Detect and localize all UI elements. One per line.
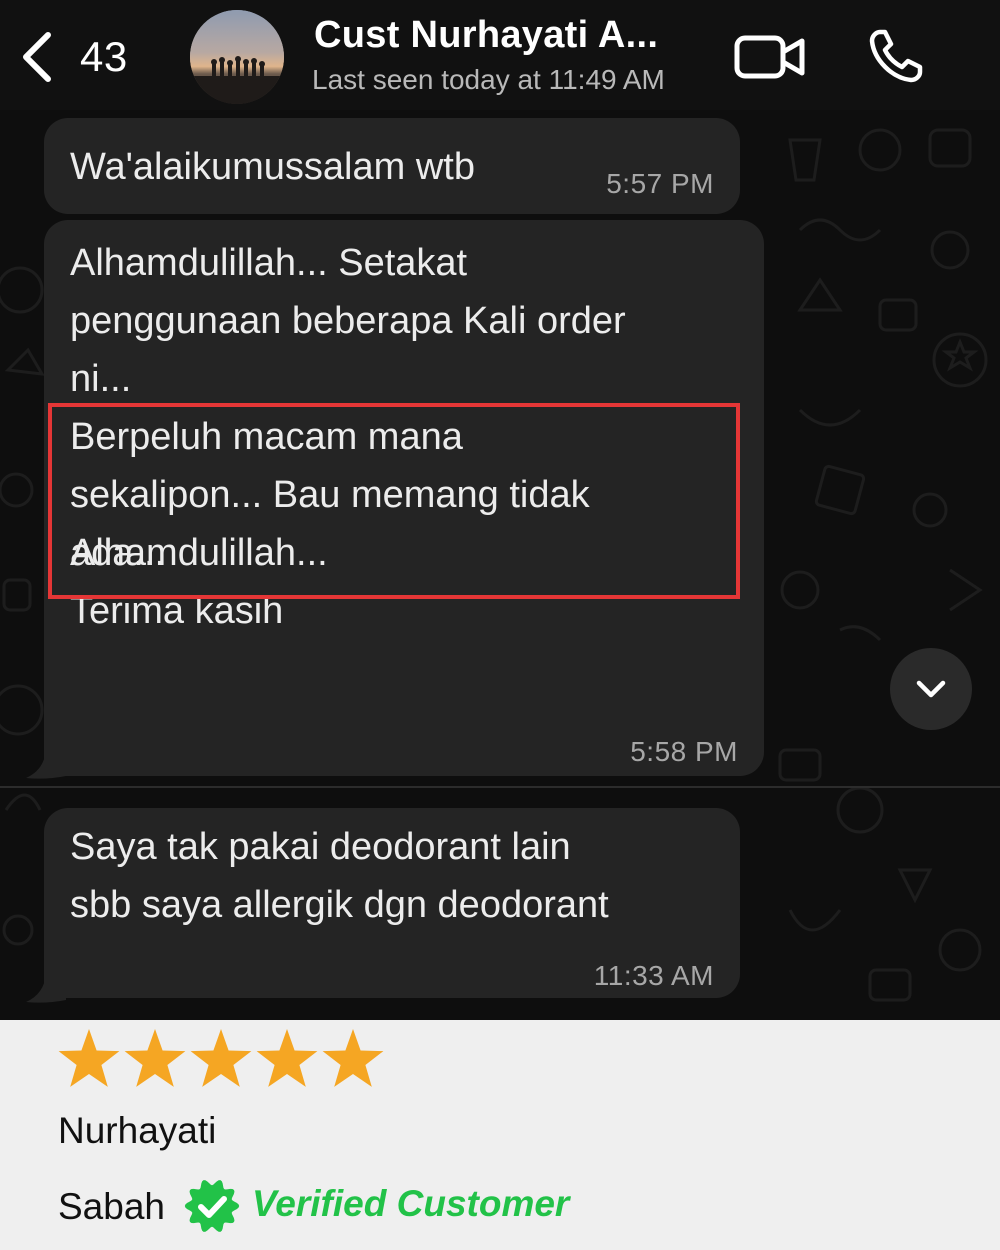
contact-name[interactable]: Cust Nurhayati A... [314,14,658,57]
star-icon [322,1029,384,1087]
phone-icon [869,29,923,83]
verified-customer-label: Verified Customer [252,1183,570,1224]
whatsapp-review-screenshot: 43 Cust Nurhayati A... Last seen today a… [0,0,1000,1250]
star-icon [256,1029,318,1087]
message-text: Wa'alaikumussalam wtb [70,146,475,188]
message-text: Alhamdulillah... Terima kasih [70,532,328,632]
chevron-down-icon [916,680,946,698]
video-call-button[interactable] [734,34,806,80]
message-bubble[interactable]: Wa'alaikumussalam wtb 5:57 PM [44,118,740,214]
video-camera-icon [734,35,805,79]
message-time: 5:58 PM [630,736,738,767]
reviewer-name: Nurhayati [58,1110,217,1151]
bubble-tail [26,750,66,779]
avatar[interactable] [190,10,284,104]
unread-count: 43 [80,33,128,80]
scroll-to-bottom-button[interactable] [890,648,972,730]
last-seen-text: Last seen today at 11:49 AM [312,64,665,95]
screenshot-divider [0,786,1000,788]
message-bubble[interactable]: Saya tak pakai deodorant lain sbb saya a… [44,808,740,998]
bubble-tail [26,974,66,1003]
review-footer: Nurhayati Sabah Verified Customer [0,1020,1000,1250]
message-text: Saya tak pakai deodorant lain sbb saya a… [70,826,609,926]
message-time: 11:33 AM [593,960,714,991]
reviewer-location: Sabah [58,1186,165,1227]
star-icon [124,1029,186,1087]
star-rating [56,1026,386,1092]
star-icon [190,1029,252,1087]
message-bubble[interactable]: Alhamdulillah... Setakat penggunaan bebe… [44,220,764,776]
message-time: 5:57 PM [606,168,714,199]
voice-call-button[interactable] [866,26,926,86]
chat-area[interactable]: Wa'alaikumussalam wtb 5:57 PM Alhamdulil… [0,110,1000,1020]
star-icon [58,1029,120,1087]
verified-check-icon [184,1180,240,1232]
chat-header: 43 Cust Nurhayati A... Last seen today a… [0,0,1000,110]
avatar-photo [190,10,284,104]
chevron-left-icon [23,32,51,82]
back-button[interactable]: 43 [14,22,154,92]
contact-status: Last seen today at 11:49 AM [312,64,712,96]
